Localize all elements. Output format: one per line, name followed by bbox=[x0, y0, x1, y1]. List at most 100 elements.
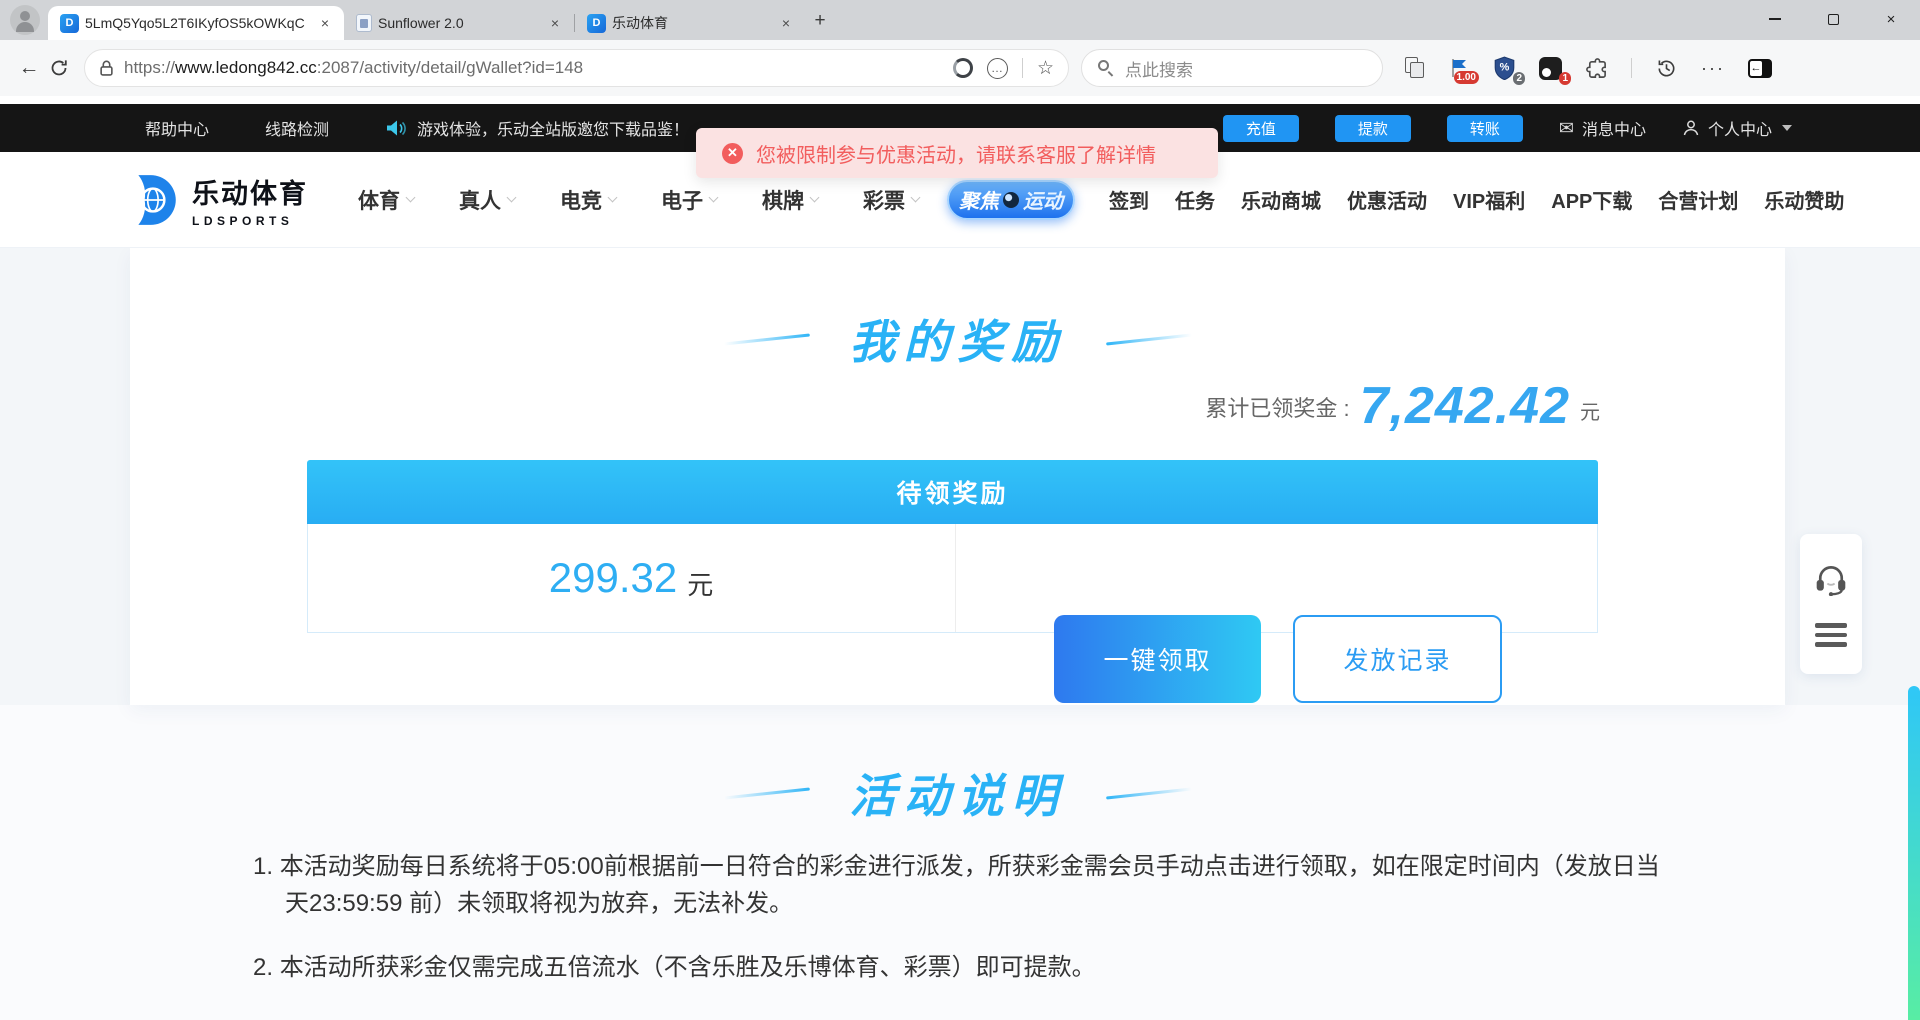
address-bar[interactable]: https://www.ledong842.cc:2087/activity/d… bbox=[84, 49, 1069, 87]
page-scrollbar-thumb[interactable] bbox=[1908, 686, 1920, 1020]
chevron-down-icon bbox=[406, 193, 416, 203]
records-button[interactable]: 发放记录 bbox=[1293, 615, 1502, 703]
error-icon: ✕ bbox=[722, 143, 743, 164]
total-amount: 7,242.42 bbox=[1360, 380, 1570, 432]
transfer-button[interactable]: 转账 bbox=[1447, 115, 1523, 142]
tab-activity-page[interactable]: D 5LmQ5Yqo5L2T6IKyfOS5kOWKqC × bbox=[48, 6, 344, 40]
flag-extension-button[interactable]: 1.00 bbox=[1448, 57, 1470, 79]
chevron-down-icon bbox=[911, 193, 921, 203]
site-top-bar-right: 充值 提款 转账 ✉ 消息中心 个人中心 bbox=[1223, 115, 1792, 142]
announcement: 游戏体验，乐动全站版邀您下载品鉴！ bbox=[385, 116, 689, 140]
nav-mall[interactable]: 乐动商城 bbox=[1241, 185, 1321, 214]
swirl-extension-icon[interactable] bbox=[953, 58, 973, 78]
close-tab-icon[interactable]: × bbox=[546, 14, 564, 32]
menu-slots[interactable]: 电子 bbox=[661, 185, 717, 215]
line-check-link[interactable]: 线路检测 bbox=[265, 116, 329, 140]
refresh-icon bbox=[49, 58, 69, 78]
flag-badge: 1.00 bbox=[1454, 71, 1479, 84]
message-center-link[interactable]: ✉ 消息中心 bbox=[1559, 116, 1646, 140]
maximize-button[interactable] bbox=[1804, 0, 1862, 38]
menu-lottery[interactable]: 彩票 bbox=[863, 185, 919, 215]
site-logo[interactable]: 乐动体育 LDSPORTS bbox=[128, 172, 308, 228]
close-tab-icon[interactable]: × bbox=[777, 14, 795, 32]
notifier-badge: 1 bbox=[1559, 72, 1571, 85]
menu-live[interactable]: 真人 bbox=[459, 185, 515, 215]
history-button[interactable] bbox=[1655, 57, 1678, 80]
focus-sport-badge[interactable]: 聚焦 运动 bbox=[947, 180, 1075, 220]
section-title: 活动说明 bbox=[850, 760, 1066, 826]
nav-partnership[interactable]: 合营计划 bbox=[1658, 185, 1738, 214]
decorative-line bbox=[1106, 333, 1192, 345]
pending-amount: 299.32 bbox=[549, 554, 677, 602]
puzzle-icon bbox=[1585, 57, 1608, 80]
nav-app-download[interactable]: APP下载 bbox=[1551, 185, 1632, 214]
divider bbox=[1631, 58, 1632, 78]
help-center-link[interactable]: 帮助中心 bbox=[145, 116, 209, 140]
chevron-down-icon bbox=[709, 193, 719, 203]
coupon-badge: 2 bbox=[1513, 72, 1525, 85]
customer-service-headset-icon[interactable] bbox=[1813, 562, 1849, 596]
nav-checkin[interactable]: 签到 bbox=[1109, 185, 1149, 214]
floating-side-widget bbox=[1800, 534, 1862, 674]
favorite-star-icon[interactable]: ☆ bbox=[1037, 57, 1054, 80]
menu-chess[interactable]: 棋牌 bbox=[762, 185, 818, 215]
restriction-toast: ✕ 您被限制参与优惠活动，请联系客服了解详情 bbox=[696, 128, 1218, 178]
user-center-label: 个人中心 bbox=[1708, 116, 1772, 140]
new-tab-button[interactable]: + bbox=[805, 6, 835, 36]
divider bbox=[1022, 58, 1023, 78]
deposit-button[interactable]: 充值 bbox=[1223, 115, 1299, 142]
nav-tasks[interactable]: 任务 bbox=[1175, 185, 1215, 214]
svg-text:%: % bbox=[1500, 62, 1510, 74]
menu-esports[interactable]: 电竞 bbox=[560, 185, 616, 215]
page-content: 我的奖励 累计已领奖金 : 7,242.42 元 待领奖励 299.32 元 一… bbox=[0, 248, 1920, 1020]
ball-icon bbox=[1003, 192, 1019, 208]
tab-title: 乐动体育 bbox=[612, 13, 771, 33]
close-window-button[interactable]: × bbox=[1862, 0, 1920, 38]
back-button[interactable]: ← bbox=[14, 53, 44, 83]
claim-all-button[interactable]: 一键领取 bbox=[1054, 615, 1261, 703]
decorative-line bbox=[1106, 787, 1192, 799]
user-center-link[interactable]: 个人中心 bbox=[1682, 116, 1792, 140]
tab-strip: D 5LmQ5Yqo5L2T6IKyfOS5kOWKqC × Sunflower… bbox=[0, 0, 1920, 40]
pending-reward-header: 待领奖励 bbox=[307, 460, 1598, 524]
settings-more-button[interactable]: ··· bbox=[1701, 58, 1725, 79]
menu-sports[interactable]: 体育 bbox=[358, 185, 414, 215]
extension-icons-row: 1.00 % 2 1 bbox=[1405, 56, 1772, 80]
chevron-down-icon bbox=[507, 193, 517, 203]
nav-vip[interactable]: VIP福利 bbox=[1453, 185, 1525, 214]
collections-button[interactable] bbox=[1405, 57, 1425, 79]
withdraw-button[interactable]: 提款 bbox=[1335, 115, 1411, 142]
menu-hamburger-icon[interactable] bbox=[1815, 623, 1847, 647]
coupon-extension-button[interactable]: % 2 bbox=[1493, 56, 1516, 80]
message-center-label: 消息中心 bbox=[1582, 116, 1646, 140]
nav-sponsorship[interactable]: 乐动赞助 bbox=[1764, 185, 1844, 214]
more-services-icon[interactable]: … bbox=[987, 58, 1008, 79]
chevron-down-icon bbox=[810, 193, 820, 203]
tab-ledong[interactable]: D 乐动体育 × bbox=[575, 6, 805, 40]
pending-reward-table: 待领奖励 299.32 元 一键领取 发放记录 bbox=[307, 460, 1598, 633]
close-tab-icon[interactable]: × bbox=[316, 14, 334, 32]
site-favicon-icon: D bbox=[60, 14, 79, 33]
tab-sunflower[interactable]: Sunflower 2.0 × bbox=[344, 6, 574, 40]
currency-unit: 元 bbox=[687, 565, 713, 602]
extensions-button[interactable] bbox=[1585, 57, 1608, 80]
refresh-button[interactable] bbox=[44, 53, 74, 83]
currency-unit: 元 bbox=[1580, 396, 1600, 432]
tab-title: Sunflower 2.0 bbox=[378, 15, 540, 31]
cumulative-total-row: 累计已领奖金 : 7,242.42 元 bbox=[1205, 380, 1600, 432]
user-icon bbox=[1682, 119, 1700, 137]
history-clock-icon bbox=[1655, 57, 1678, 80]
nav-promotions[interactable]: 优惠活动 bbox=[1347, 185, 1427, 214]
game-menus: 体育 真人 电竞 电子 棋牌 彩票 bbox=[358, 185, 919, 215]
quick-search-box[interactable]: 点此搜索 bbox=[1081, 49, 1383, 87]
envelope-icon: ✉ bbox=[1559, 118, 1574, 139]
minimize-button[interactable] bbox=[1746, 0, 1804, 38]
notifier-extension-button[interactable]: 1 bbox=[1539, 57, 1562, 80]
chevron-down-icon bbox=[608, 193, 618, 203]
cell-divider bbox=[955, 524, 956, 632]
sidebar-toggle-button[interactable]: ← bbox=[1748, 59, 1772, 78]
page-favicon-icon bbox=[356, 14, 372, 32]
total-label: 累计已领奖金 : bbox=[1205, 391, 1349, 432]
browser-profile-button[interactable] bbox=[10, 5, 40, 35]
my-rewards-title-row: 我的奖励 bbox=[130, 306, 1785, 372]
